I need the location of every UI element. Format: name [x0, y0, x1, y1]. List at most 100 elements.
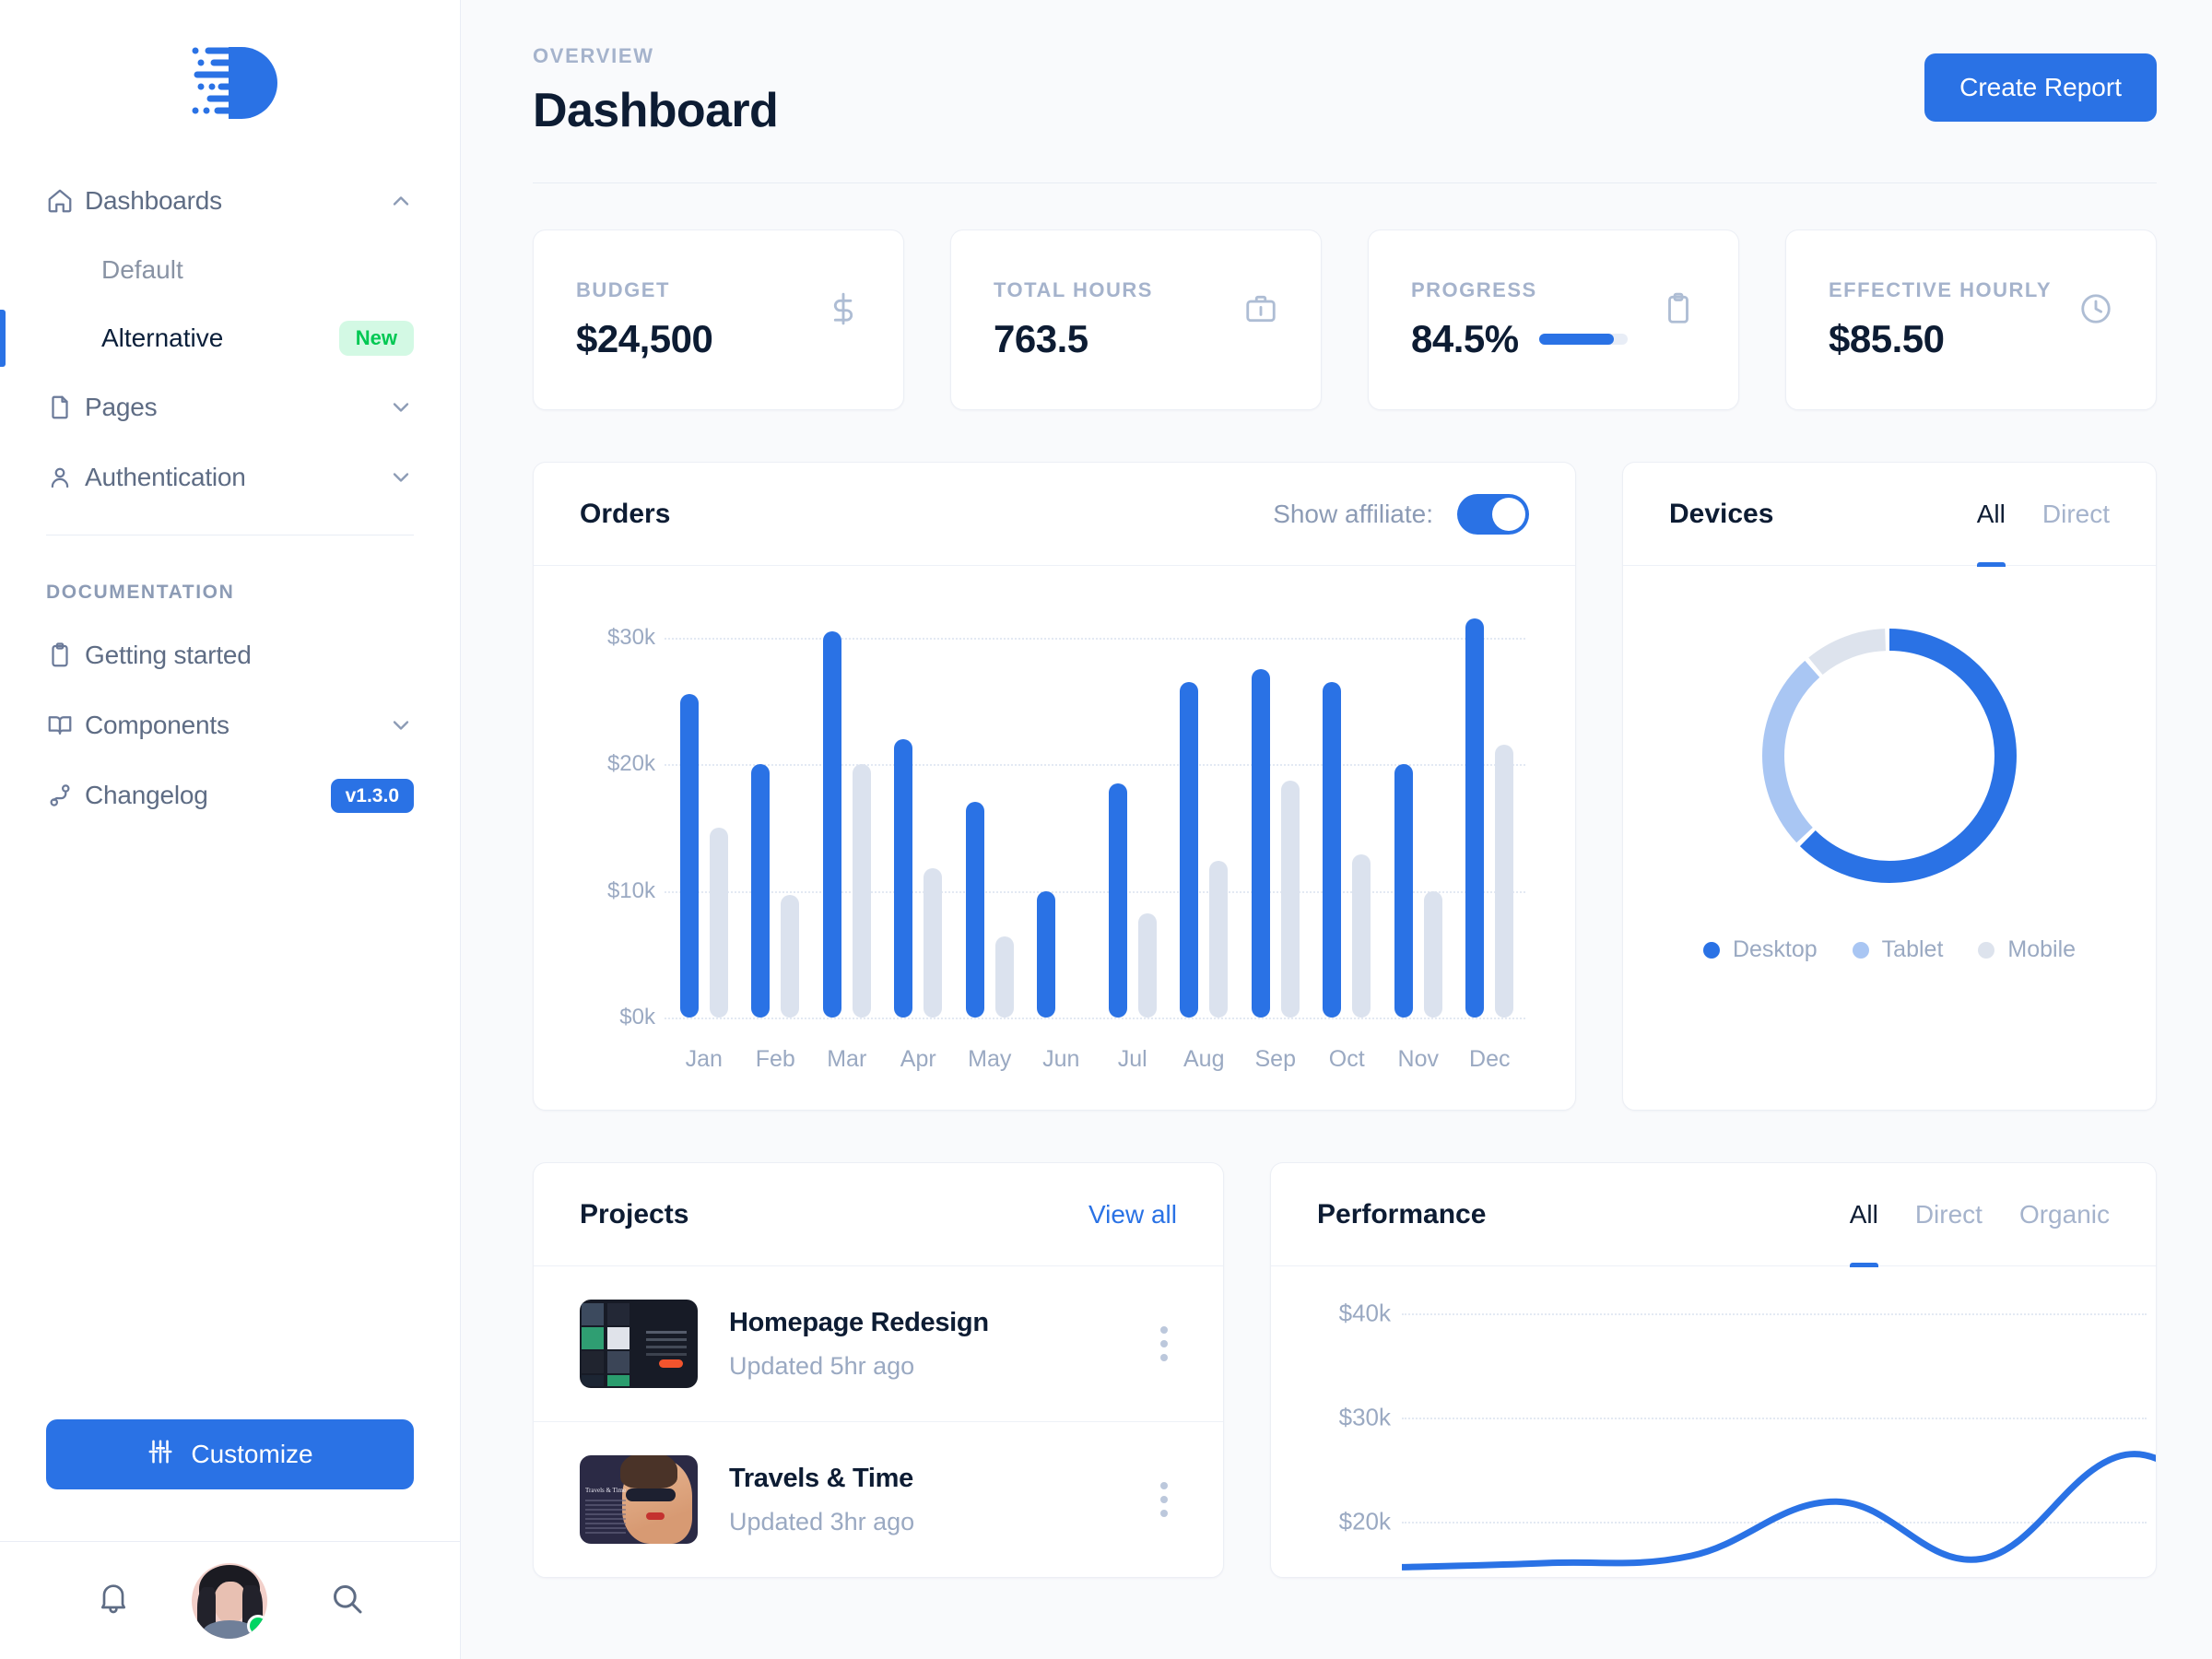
stat-text: TOTAL HOURS 763.5 — [994, 278, 1153, 361]
stat-value: $24,500 — [576, 317, 713, 361]
bar[interactable] — [894, 738, 913, 1018]
thumb-text-lines — [585, 1500, 626, 1536]
sidebar-item-alternative[interactable]: Alternative New — [0, 304, 414, 372]
bar-group[interactable] — [954, 612, 1026, 1018]
project-name: Travels & Time — [729, 1464, 913, 1494]
tab-direct[interactable]: Direct — [1915, 1163, 1983, 1266]
sidebar-item-dashboards[interactable]: Dashboards — [46, 166, 414, 236]
show-affiliate-toggle[interactable] — [1457, 493, 1529, 535]
bar-group[interactable] — [883, 612, 955, 1018]
legend-item[interactable]: Desktop — [1702, 936, 1818, 963]
bar[interactable] — [1280, 780, 1300, 1018]
bar[interactable] — [751, 764, 771, 1018]
bar[interactable] — [1137, 913, 1157, 1018]
stat-card-effective-hourly[interactable]: EFFECTIVE HOURLY $85.50 — [1785, 229, 2157, 410]
y-axis-tick-label: $30k — [606, 624, 655, 650]
customize-button[interactable]: Customize — [46, 1419, 414, 1489]
bar-group[interactable] — [668, 612, 740, 1018]
stat-card-total-hours[interactable]: TOTAL HOURS 763.5 — [950, 229, 1322, 410]
bar[interactable] — [1323, 681, 1342, 1018]
stat-text: BUDGET $24,500 — [576, 278, 713, 361]
sidebar-item-default[interactable]: Default — [46, 236, 414, 304]
bar-group[interactable] — [811, 612, 883, 1018]
brand-logo[interactable] — [0, 0, 460, 166]
chevron-up-icon[interactable] — [388, 188, 414, 214]
clipboard-icon — [1661, 291, 1696, 331]
tab-all[interactable]: All — [1849, 1163, 1878, 1267]
bar-group[interactable] — [1169, 612, 1241, 1018]
sidebar-item-changelog[interactable]: Changelog v1.3.0 — [46, 760, 414, 830]
bar-group[interactable] — [1026, 612, 1098, 1018]
view-all-link[interactable]: View all — [1088, 1200, 1177, 1230]
sidebar-item-getting-started[interactable]: Getting started — [46, 620, 414, 690]
chevron-down-icon[interactable] — [388, 465, 414, 490]
active-indicator — [0, 310, 6, 367]
bar[interactable] — [1209, 860, 1229, 1018]
bar[interactable] — [1180, 681, 1199, 1018]
stat-card-progress[interactable]: PROGRESS 84.5% — [1368, 229, 1739, 410]
more-options-icon[interactable] — [1151, 1473, 1177, 1526]
y-axis-tick-label: $10k — [606, 877, 655, 903]
projects-panel: Projects View all Homepage Redesign Upda… — [533, 1162, 1224, 1578]
create-report-button[interactable]: Create Report — [1924, 53, 2157, 122]
bar-group[interactable] — [740, 612, 812, 1018]
bar[interactable] — [1037, 890, 1056, 1018]
bar[interactable] — [679, 694, 699, 1018]
bar[interactable] — [994, 936, 1014, 1018]
project-thumbnail — [580, 1300, 698, 1388]
legend-item[interactable]: Mobile — [1978, 936, 2076, 963]
brand-logo-icon — [192, 47, 277, 119]
bell-icon[interactable] — [95, 1580, 132, 1621]
bar-group[interactable] — [1240, 612, 1312, 1018]
bar-group[interactable] — [1097, 612, 1169, 1018]
bar-group[interactable] — [1312, 612, 1383, 1018]
file-icon — [46, 394, 85, 421]
chevron-down-icon[interactable] — [388, 712, 414, 738]
sidebar-item-label: Pages — [85, 393, 158, 421]
bar-group[interactable] — [1454, 612, 1526, 1018]
x-axis-tick-label: Dec — [1469, 1046, 1511, 1072]
bar[interactable] — [1108, 782, 1127, 1018]
bar[interactable] — [1251, 668, 1270, 1018]
version-badge: v1.3.0 — [330, 778, 414, 813]
search-icon[interactable] — [328, 1580, 365, 1621]
bar[interactable] — [1423, 890, 1442, 1018]
legend-label: Tablet — [1881, 936, 1944, 962]
show-affiliate-control: Show affiliate: — [1273, 493, 1529, 535]
chevron-down-icon[interactable] — [388, 394, 414, 420]
tab-direct[interactable]: Direct — [2042, 463, 2110, 566]
performance-line-chart — [1402, 1451, 2156, 1571]
project-info: Homepage Redesign Updated 5hr ago — [729, 1307, 1120, 1380]
status-badge — [247, 1614, 268, 1637]
bar[interactable] — [1352, 853, 1371, 1018]
thumb-sunglasses — [626, 1488, 676, 1501]
bar[interactable] — [822, 630, 841, 1018]
x-axis-tick-label: Nov — [1397, 1046, 1439, 1072]
project-thumbnail: Travels & Time — [580, 1455, 698, 1544]
sidebar-item-components[interactable]: Components — [46, 690, 414, 760]
sidebar-subitem-label: Alternative — [101, 324, 224, 352]
bar[interactable] — [924, 867, 943, 1018]
sidebar-item-pages[interactable]: Pages — [46, 372, 414, 442]
list-item[interactable]: Travels & Time Travels & Time Updated 3h… — [534, 1421, 1223, 1577]
stat-card-budget[interactable]: BUDGET $24,500 — [533, 229, 904, 410]
bar[interactable] — [1465, 618, 1485, 1018]
thumb-lips — [646, 1512, 665, 1520]
more-options-icon[interactable] — [1151, 1317, 1177, 1371]
devices-panel: Devices All Direct Desktop Tablet Mobile — [1622, 462, 2157, 1111]
bar[interactable] — [965, 802, 984, 1018]
legend-item[interactable]: Tablet — [1852, 936, 1944, 963]
project-name: Homepage Redesign — [729, 1308, 989, 1338]
bar-group[interactable] — [1382, 612, 1454, 1018]
bar[interactable] — [1495, 745, 1514, 1018]
tab-all[interactable]: All — [1976, 463, 2006, 567]
new-badge: New — [338, 321, 414, 356]
list-item[interactable]: Homepage Redesign Updated 5hr ago — [534, 1266, 1223, 1421]
bar[interactable] — [709, 827, 728, 1018]
bar[interactable] — [781, 894, 800, 1018]
tab-organic[interactable]: Organic — [2019, 1163, 2110, 1266]
avatar[interactable] — [192, 1562, 268, 1639]
bar[interactable] — [852, 764, 871, 1018]
sidebar-item-authentication[interactable]: Authentication — [46, 442, 414, 512]
bar[interactable] — [1394, 764, 1413, 1018]
